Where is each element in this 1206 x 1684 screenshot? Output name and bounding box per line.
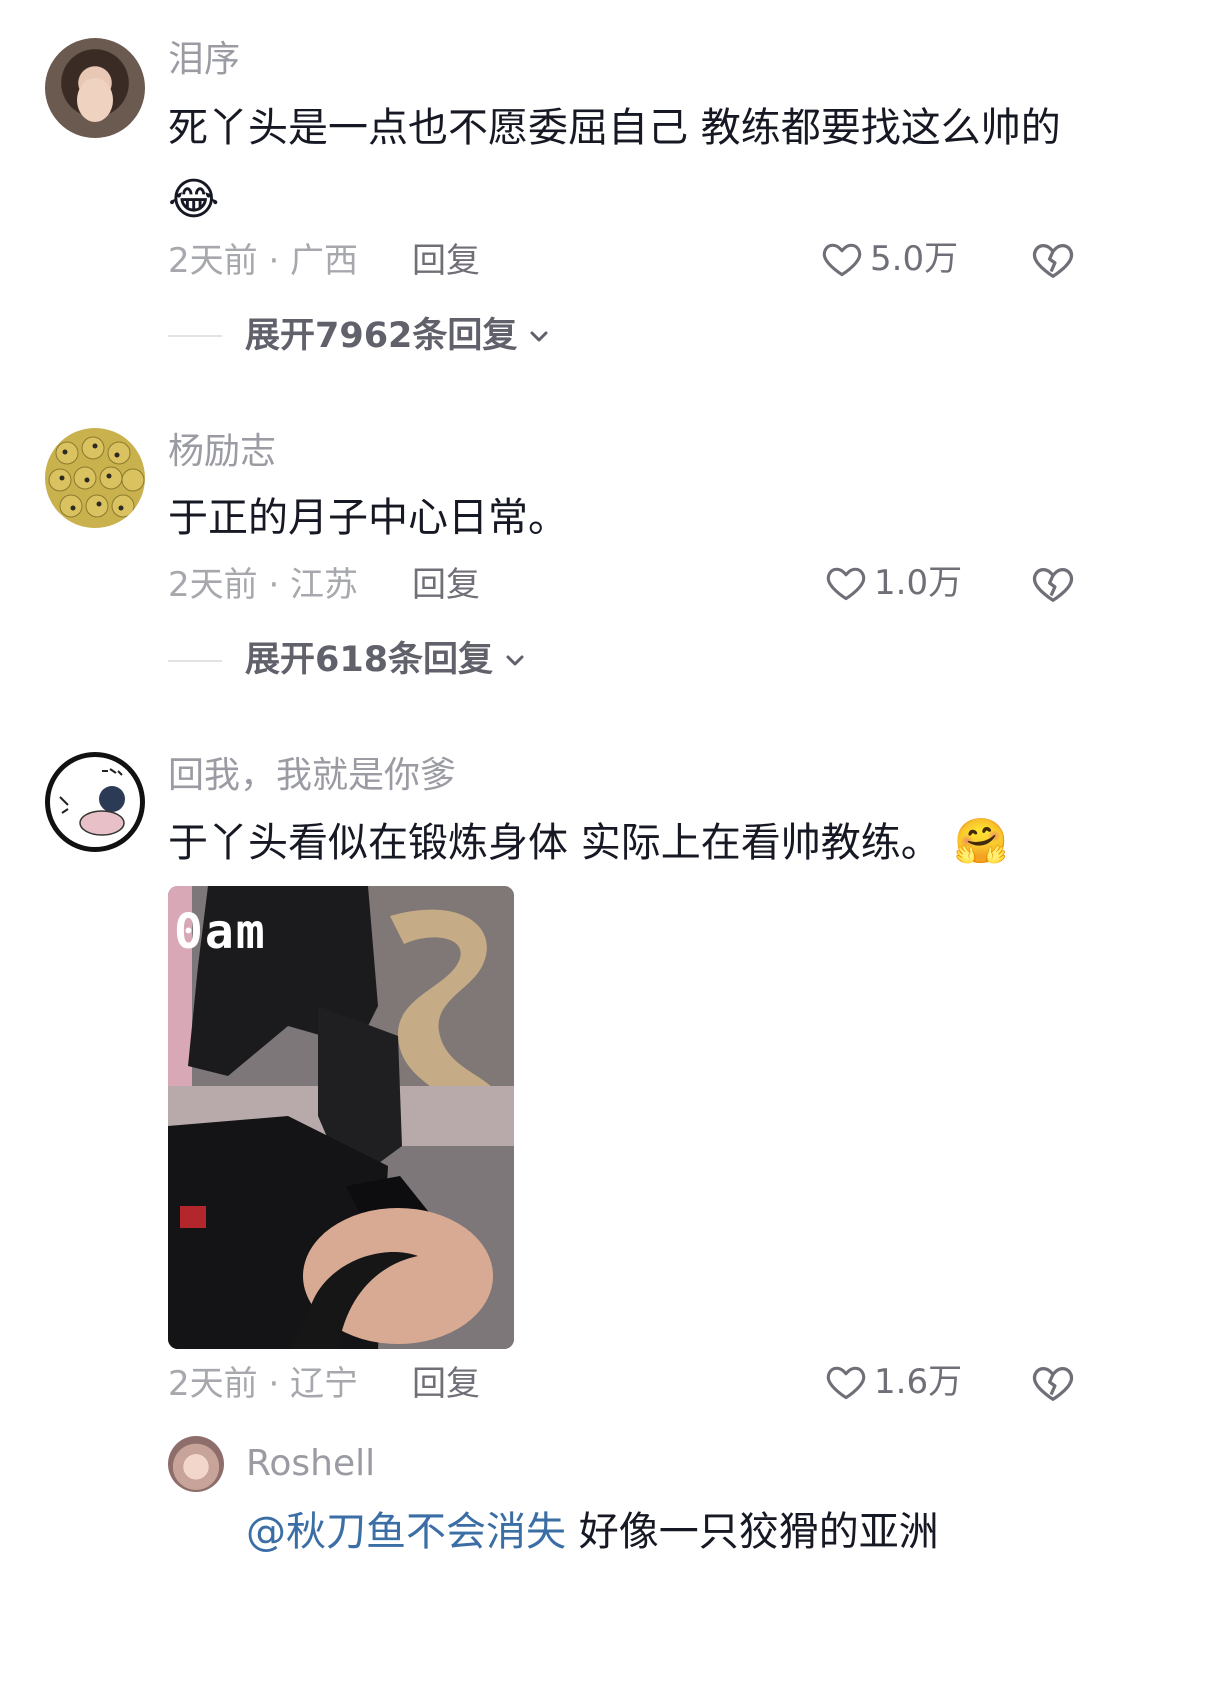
- chevron-down-icon: [503, 648, 527, 672]
- like-button[interactable]: 1.0万: [824, 561, 962, 605]
- comment-image[interactable]: 0am: [168, 886, 514, 1349]
- expand-divider: [168, 335, 222, 337]
- image-overlay-text: 0am: [174, 904, 267, 960]
- comment-text: 于丫头看似在锻炼身体 实际上在看帅教练。 🤗: [168, 816, 1009, 867]
- like-button[interactable]: 1.6万: [824, 1360, 962, 1404]
- comment-text: 于正的月子中心日常。: [168, 495, 568, 541]
- broken-heart-icon[interactable]: [1030, 237, 1076, 283]
- reply-username[interactable]: Roshell: [246, 1442, 375, 1486]
- reply-button[interactable]: 回复: [412, 239, 480, 283]
- like-count: 1.0万: [874, 563, 963, 603]
- emoji-laugh-cry: 😂: [168, 174, 220, 225]
- avatar[interactable]: [45, 428, 145, 528]
- avatar[interactable]: [168, 1436, 224, 1492]
- like-count: 1.6万: [874, 1362, 963, 1402]
- comment-username[interactable]: 回我，我就是你爹: [168, 754, 456, 798]
- comment-time-location: 2天前 · 江苏: [168, 565, 359, 605]
- avatar[interactable]: [45, 38, 145, 138]
- expand-replies-button[interactable]: 展开7962条回复: [245, 314, 551, 358]
- like-button[interactable]: 5.0万: [820, 237, 958, 281]
- heart-outline-icon: [824, 1360, 868, 1404]
- broken-heart-icon[interactable]: [1030, 561, 1076, 607]
- comment-time-location: 2天前 · 广西: [168, 241, 359, 281]
- heart-outline-icon: [820, 237, 864, 281]
- comment-text: 死丫头是一点也不愿委屈自己 教练都要找这么帅的😂: [168, 105, 1061, 225]
- reply-button[interactable]: 回复: [412, 563, 480, 607]
- expand-divider: [168, 660, 222, 662]
- heart-outline-icon: [824, 561, 868, 605]
- reply-text: @秋刀鱼不会消失 好像一只狡猾的亚洲: [246, 1509, 939, 1555]
- comment-time-location: 2天前 · 辽宁: [168, 1364, 359, 1404]
- comment-username[interactable]: 杨励志: [168, 430, 276, 474]
- emoji-hug: 🤗: [953, 816, 1009, 867]
- chevron-down-icon: [527, 324, 551, 348]
- reply-button[interactable]: 回复: [412, 1362, 480, 1406]
- avatar[interactable]: [45, 752, 145, 852]
- broken-heart-icon[interactable]: [1030, 1360, 1076, 1406]
- mention-link[interactable]: @秋刀鱼不会消失: [246, 1509, 566, 1555]
- comment-username[interactable]: 泪序: [168, 38, 240, 82]
- like-count: 5.0万: [870, 239, 959, 279]
- expand-replies-button[interactable]: 展开618条回复: [245, 638, 527, 682]
